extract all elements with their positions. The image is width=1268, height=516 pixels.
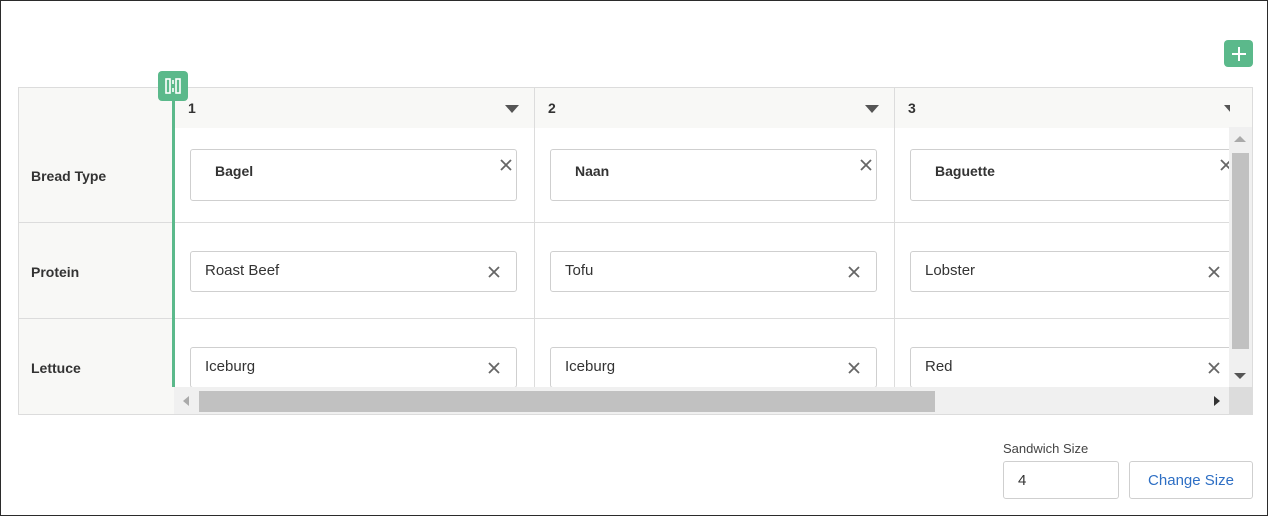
column-divider	[894, 88, 895, 388]
chevron-down-icon[interactable]	[505, 105, 519, 113]
scroll-up-icon[interactable]	[1234, 136, 1246, 142]
row-labels: Bread Type Protein Lettuce	[19, 88, 174, 414]
scroll-right-icon[interactable]	[1214, 396, 1220, 406]
field-value: Iceburg	[205, 358, 256, 375]
bread-type-field[interactable]: Baguette	[910, 149, 1230, 201]
close-icon[interactable]	[487, 361, 501, 375]
scroll-thumb[interactable]	[1232, 153, 1249, 349]
field-value: Bagel	[215, 163, 254, 179]
close-icon[interactable]	[859, 158, 873, 172]
lettuce-field[interactable]: Iceburg	[550, 347, 877, 388]
lettuce-field[interactable]: Red	[910, 347, 1230, 388]
close-icon[interactable]	[1207, 265, 1221, 279]
scroll-thumb[interactable]	[199, 391, 935, 412]
column-title: 1	[188, 100, 196, 116]
row-divider	[19, 318, 174, 319]
field-value: Red	[925, 358, 953, 375]
chevron-down-icon[interactable]	[865, 105, 879, 113]
lettuce-field[interactable]: Iceburg	[190, 347, 517, 388]
scrollbar-corner	[1229, 387, 1252, 414]
protein-field[interactable]: Tofu	[550, 251, 877, 292]
field-value: Tofu	[565, 262, 594, 279]
frozen-column-splitter[interactable]	[172, 100, 175, 387]
close-icon[interactable]	[847, 361, 861, 375]
vertical-scrollbar[interactable]	[1229, 127, 1252, 387]
column-header-2: 2	[534, 88, 894, 128]
close-icon[interactable]	[847, 265, 861, 279]
column-title: 2	[548, 100, 556, 116]
row-divider	[174, 222, 1230, 223]
plus-icon	[1231, 46, 1246, 61]
row-label-lettuce: Lettuce	[31, 360, 81, 376]
row-divider	[19, 222, 174, 223]
column-header-1: 1	[174, 88, 534, 128]
sandwich-grid: Bread Type Protein Lettuce 1 2 3 Bagel N…	[18, 87, 1253, 415]
bread-type-field[interactable]: Bagel	[190, 149, 517, 201]
close-icon[interactable]	[487, 265, 501, 279]
column-title: 3	[908, 100, 916, 116]
field-value: Roast Beef	[205, 262, 280, 279]
column-divider	[534, 88, 535, 388]
protein-field[interactable]: Roast Beef	[190, 251, 517, 292]
column-resize-icon	[165, 78, 181, 94]
row-label-bread-type: Bread Type	[31, 168, 107, 184]
scroll-down-icon[interactable]	[1234, 373, 1246, 379]
close-icon[interactable]	[1207, 361, 1221, 375]
field-value: Iceburg	[565, 358, 616, 375]
close-icon[interactable]	[499, 158, 513, 172]
grid-body: 1 2 3 Bagel Naan Baguette Roast Beef Tof…	[174, 88, 1230, 388]
change-size-button[interactable]: Change Size	[1129, 461, 1253, 499]
splitter-handle[interactable]	[158, 71, 188, 101]
sandwich-size-input[interactable]	[1003, 461, 1119, 499]
protein-field[interactable]: Lobster	[910, 251, 1230, 292]
field-value: Baguette	[935, 163, 995, 179]
column-header-3: 3	[894, 88, 1230, 128]
field-value: Lobster	[925, 262, 976, 279]
chevron-down-icon[interactable]	[1224, 105, 1230, 113]
row-label-protein: Protein	[31, 264, 80, 280]
bread-type-field[interactable]: Naan	[550, 149, 877, 201]
row-divider	[174, 318, 1230, 319]
sandwich-size-label: Sandwich Size	[1003, 441, 1089, 456]
field-value: Naan	[575, 163, 610, 179]
add-column-button[interactable]	[1224, 40, 1253, 67]
horizontal-scrollbar[interactable]	[174, 387, 1229, 414]
scroll-left-icon[interactable]	[183, 396, 189, 406]
